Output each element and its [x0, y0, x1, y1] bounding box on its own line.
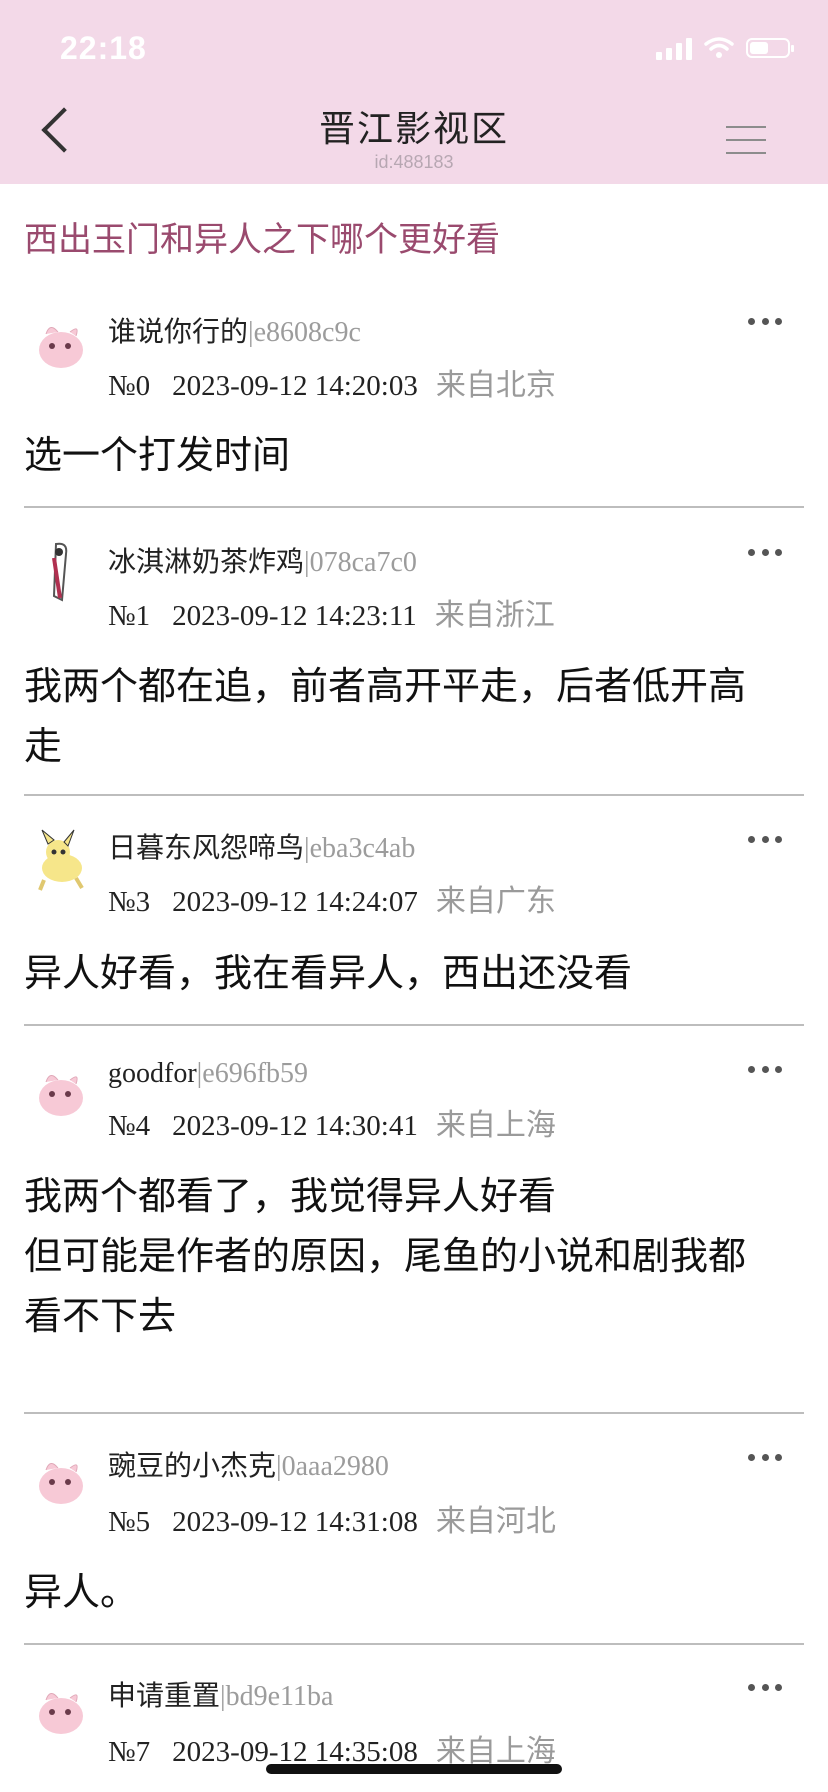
battery-icon — [746, 38, 794, 58]
floor-number: №5 — [108, 1506, 151, 1538]
more-icon[interactable] — [748, 836, 782, 846]
divider — [24, 1412, 804, 1414]
author-uid: |078ca7c0 — [304, 547, 417, 578]
floor-number: №3 — [108, 886, 151, 918]
author-line: 谁说你行的|e8608c9c — [108, 310, 361, 350]
signal-icon — [656, 36, 692, 60]
floor-number: №7 — [108, 1736, 151, 1768]
author-uid: |0aaa2980 — [276, 1451, 389, 1482]
post-content: 异人。 — [24, 1570, 139, 1614]
post-content: 我两个都看了，我觉得异人好看 但可能是作者的原因，尾鱼的小说和剧我都 看不下去 — [24, 1174, 747, 1338]
author-line: 申请重置|bd9e11ba — [108, 1674, 333, 1714]
author-line: 日暮东风怨啼鸟|eba3c4ab — [108, 826, 415, 866]
divider — [24, 794, 804, 796]
post-time: 2023-09-12 14:23:11 — [172, 600, 417, 632]
post-time: 2023-09-12 14:30:41 — [172, 1110, 418, 1142]
author-name[interactable]: 冰淇淋奶茶炸鸡 — [108, 545, 304, 578]
yellow-creature-avatar — [38, 829, 84, 891]
post-meta: №4 2023-09-12 14:30:41 来自上海 — [108, 1100, 556, 1144]
post-time: 2023-09-12 14:31:08 — [172, 1506, 418, 1538]
header-bar: 22:18 晋江影视区 id:488183 — [0, 0, 828, 184]
post-meta: №5 2023-09-12 14:31:08 来自河北 — [108, 1496, 556, 1540]
author-uid: |bd9e11ba — [220, 1681, 334, 1712]
status-icons — [656, 36, 794, 60]
forum-id: id:488183 — [374, 152, 454, 172]
post-meta: №0 2023-09-12 14:20:03 来自北京 — [108, 360, 556, 404]
pink-creature-avatar — [39, 1075, 83, 1116]
floor-number: №1 — [108, 600, 151, 632]
more-icon[interactable] — [748, 1684, 782, 1694]
more-icon[interactable] — [748, 318, 782, 328]
home-indicator[interactable] — [266, 1764, 562, 1774]
author-name[interactable]: 谁说你行的 — [108, 315, 248, 348]
author-name[interactable]: 日暮东风怨啼鸟 — [108, 831, 304, 864]
post-meta: №1 2023-09-12 14:23:11 来自浙江 — [108, 590, 555, 634]
more-icon[interactable] — [748, 1066, 782, 1076]
divider — [24, 506, 804, 508]
post-location: 来自上海 — [435, 1108, 556, 1143]
post-content: 我两个都在追，前者高开平走，后者低开高 走 — [24, 664, 747, 768]
author-name[interactable]: 申请重置 — [108, 1679, 220, 1712]
more-icon[interactable] — [748, 549, 782, 559]
post-content: 异人好看，我在看异人，西出还没看 — [24, 951, 633, 995]
figure-avatar — [52, 542, 68, 602]
more-icon[interactable] — [748, 1454, 782, 1464]
divider — [24, 1024, 804, 1026]
author-name[interactable]: goodfor — [108, 1058, 197, 1089]
divider — [24, 1643, 804, 1645]
floor-number: №0 — [108, 370, 151, 402]
author-uid: |eba3c4ab — [304, 833, 416, 864]
author-line: 豌豆的小杰克|0aaa2980 — [108, 1444, 389, 1484]
post-location: 来自广东 — [435, 884, 556, 919]
pink-creature-avatar — [39, 1693, 83, 1734]
post-time: 2023-09-12 14:24:07 — [172, 886, 418, 918]
author-line: goodfor|e696fb59 — [108, 1056, 308, 1090]
author-uid: |e8608c9c — [248, 317, 361, 348]
author-name[interactable]: 豌豆的小杰克 — [108, 1449, 276, 1482]
wifi-icon — [704, 37, 734, 58]
pink-creature-avatar — [39, 327, 83, 368]
floor-number: №4 — [108, 1110, 151, 1142]
author-line: 冰淇淋奶茶炸鸡|078ca7c0 — [108, 540, 417, 580]
post-location: 来自浙江 — [434, 598, 555, 633]
post-content: 选一个打发时间 — [24, 433, 291, 477]
thread-title: 西出玉门和异人之下哪个更好看 — [24, 220, 500, 260]
post-meta: №3 2023-09-12 14:24:07 来自广东 — [108, 876, 556, 920]
author-uid: |e696fb59 — [196, 1058, 309, 1089]
menu-icon[interactable] — [726, 124, 766, 156]
post-location: 来自河北 — [435, 1504, 556, 1539]
pink-creature-avatar — [39, 1463, 83, 1504]
post-time: 2023-09-12 14:20:03 — [172, 370, 418, 402]
post-location: 来自北京 — [435, 368, 556, 403]
page-title: 晋江影视区 — [318, 109, 509, 150]
status-time: 22:18 — [60, 30, 147, 66]
